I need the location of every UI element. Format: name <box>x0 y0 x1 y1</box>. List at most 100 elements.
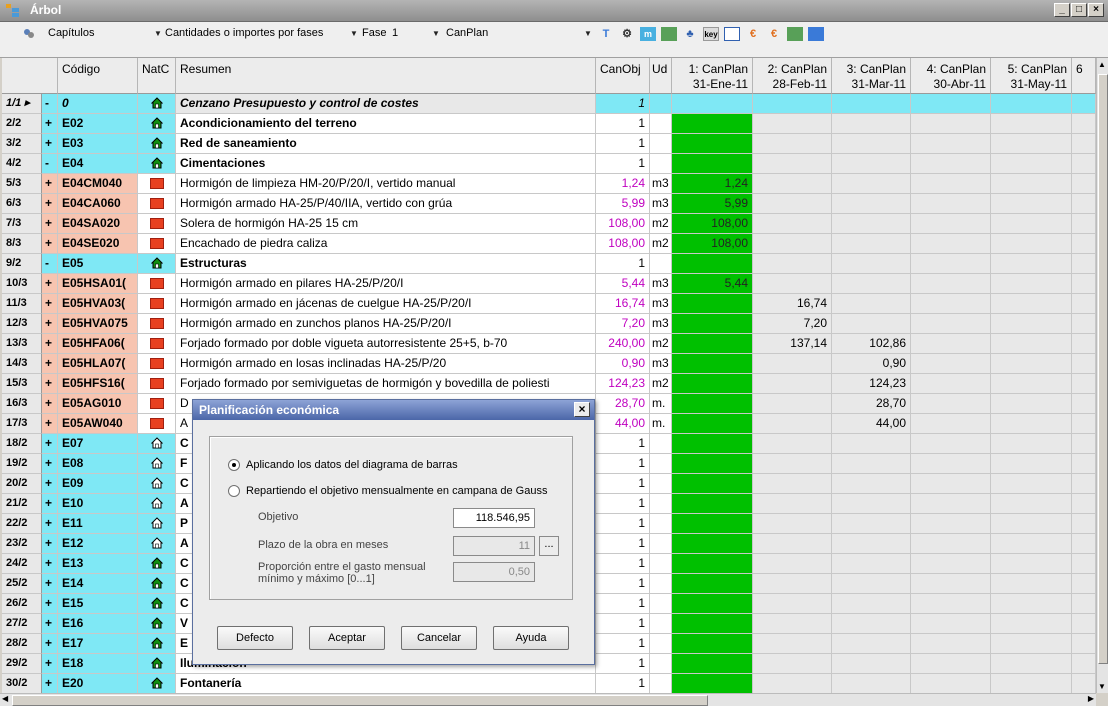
row-month-6[interactable] <box>1072 434 1096 454</box>
expand-toggle[interactable]: + <box>42 194 58 214</box>
row-code[interactable]: E14 <box>58 574 138 594</box>
row-month-5[interactable] <box>991 374 1072 394</box>
row-month-3[interactable] <box>832 114 911 134</box>
row-month-1[interactable] <box>672 654 753 674</box>
row-month-3[interactable] <box>832 214 911 234</box>
row-month-5[interactable] <box>991 654 1072 674</box>
row-month-6[interactable] <box>1072 174 1096 194</box>
row-summary[interactable]: Encachado de piedra caliza <box>176 234 596 254</box>
row-month-2[interactable] <box>753 434 832 454</box>
row-month-6[interactable] <box>1072 254 1096 274</box>
expand-toggle[interactable]: + <box>42 354 58 374</box>
row-code[interactable]: E05AG010 <box>58 394 138 414</box>
row-canobj[interactable]: 7,20 <box>596 314 650 334</box>
radio-bar-diagram[interactable]: Aplicando los datos del diagrama de barr… <box>228 459 458 471</box>
row-month-6[interactable] <box>1072 414 1096 434</box>
gear-icon[interactable]: ⚙ <box>619 27 635 41</box>
row-month-2[interactable] <box>753 94 832 114</box>
row-month-4[interactable] <box>911 254 991 274</box>
row-month-3[interactable]: 44,00 <box>832 414 911 434</box>
row-code[interactable]: E05 <box>58 254 138 274</box>
row-month-5[interactable] <box>991 434 1072 454</box>
row-month-3[interactable] <box>832 514 911 534</box>
row-canobj[interactable]: 1 <box>596 674 650 693</box>
row-code[interactable]: E17 <box>58 634 138 654</box>
row-month-1[interactable] <box>672 114 753 134</box>
table-row[interactable]: 8/3 + E04SE020 Encachado de piedra caliza 10… <box>2 234 1096 254</box>
row-code[interactable]: E11 <box>58 514 138 534</box>
row-month-5[interactable] <box>991 474 1072 494</box>
row-month-4[interactable] <box>911 174 991 194</box>
radio-gauss[interactable]: Repartiendo el objetivo mensualmente en … <box>228 485 547 497</box>
sort-t-icon[interactable]: T <box>598 27 614 41</box>
row-summary[interactable]: Estructuras <box>176 254 596 274</box>
maximize-button[interactable]: □ <box>1071 3 1087 17</box>
row-month-2[interactable] <box>753 174 832 194</box>
row-month-4[interactable] <box>911 534 991 554</box>
row-code[interactable]: E03 <box>58 134 138 154</box>
row-summary[interactable]: Cimentaciones <box>176 154 596 174</box>
row-canobj[interactable]: 1 <box>596 614 650 634</box>
row-month-1[interactable]: 1,24 <box>672 174 753 194</box>
row-month-4[interactable] <box>911 414 991 434</box>
row-month-6[interactable] <box>1072 674 1096 693</box>
row-month-6[interactable] <box>1072 234 1096 254</box>
row-month-6[interactable] <box>1072 374 1096 394</box>
row-code[interactable]: E07 <box>58 434 138 454</box>
row-month-2[interactable] <box>753 674 832 693</box>
row-month-4[interactable] <box>911 214 991 234</box>
row-month-4[interactable] <box>911 474 991 494</box>
expand-toggle[interactable]: + <box>42 174 58 194</box>
row-month-1[interactable] <box>672 394 753 414</box>
row-month-5[interactable] <box>991 574 1072 594</box>
expand-toggle[interactable]: + <box>42 514 58 534</box>
row-month-4[interactable] <box>911 374 991 394</box>
row-month-1[interactable]: 108,00 <box>672 234 753 254</box>
row-month-3[interactable] <box>832 294 911 314</box>
row-month-6[interactable] <box>1072 294 1096 314</box>
row-month-4[interactable] <box>911 334 991 354</box>
row-canobj[interactable]: 1 <box>596 114 650 134</box>
row-month-1[interactable] <box>672 594 753 614</box>
row-month-5[interactable] <box>991 494 1072 514</box>
row-month-5[interactable] <box>991 674 1072 693</box>
row-month-3[interactable] <box>832 434 911 454</box>
row-month-4[interactable] <box>911 194 991 214</box>
row-month-5[interactable] <box>991 274 1072 294</box>
row-month-6[interactable] <box>1072 494 1096 514</box>
expand-toggle[interactable]: + <box>42 314 58 334</box>
expand-toggle[interactable]: + <box>42 334 58 354</box>
row-month-1[interactable] <box>672 554 753 574</box>
row-code[interactable]: E02 <box>58 114 138 134</box>
expand-toggle[interactable]: + <box>42 614 58 634</box>
row-month-3[interactable] <box>832 474 911 494</box>
row-canobj[interactable]: 1 <box>596 554 650 574</box>
row-code[interactable]: E04 <box>58 154 138 174</box>
row-month-4[interactable] <box>911 654 991 674</box>
defecto-button[interactable]: Defecto <box>217 626 293 650</box>
table-row[interactable]: 13/3 + E05HFA06(Forjado formado por doble … <box>2 334 1096 354</box>
chart-icon[interactable] <box>661 27 677 41</box>
row-month-1[interactable] <box>672 134 753 154</box>
row-month-1[interactable]: 5,99 <box>672 194 753 214</box>
row-code[interactable]: E13 <box>58 554 138 574</box>
row-month-1[interactable] <box>672 614 753 634</box>
row-month-4[interactable] <box>911 494 991 514</box>
row-canobj[interactable]: 108,00 <box>596 214 650 234</box>
row-month-6[interactable] <box>1072 94 1096 114</box>
row-month-4[interactable] <box>911 434 991 454</box>
grid-icon[interactable] <box>808 27 824 41</box>
row-month-5[interactable] <box>991 154 1072 174</box>
expand-toggle[interactable]: + <box>42 474 58 494</box>
row-month-1[interactable] <box>672 254 753 274</box>
radio-gauss-dot[interactable] <box>228 485 240 497</box>
row-month-2[interactable] <box>753 554 832 574</box>
row-canobj[interactable]: 28,70 <box>596 394 650 414</box>
row-month-3[interactable] <box>832 534 911 554</box>
row-code[interactable]: E15 <box>58 594 138 614</box>
row-month-2[interactable] <box>753 194 832 214</box>
table-row[interactable]: 12/3 + E05HVA075 Hormigón armado en zunchos… <box>2 314 1096 334</box>
row-month-6[interactable] <box>1072 214 1096 234</box>
expand-toggle[interactable]: + <box>42 594 58 614</box>
row-month-6[interactable] <box>1072 394 1096 414</box>
